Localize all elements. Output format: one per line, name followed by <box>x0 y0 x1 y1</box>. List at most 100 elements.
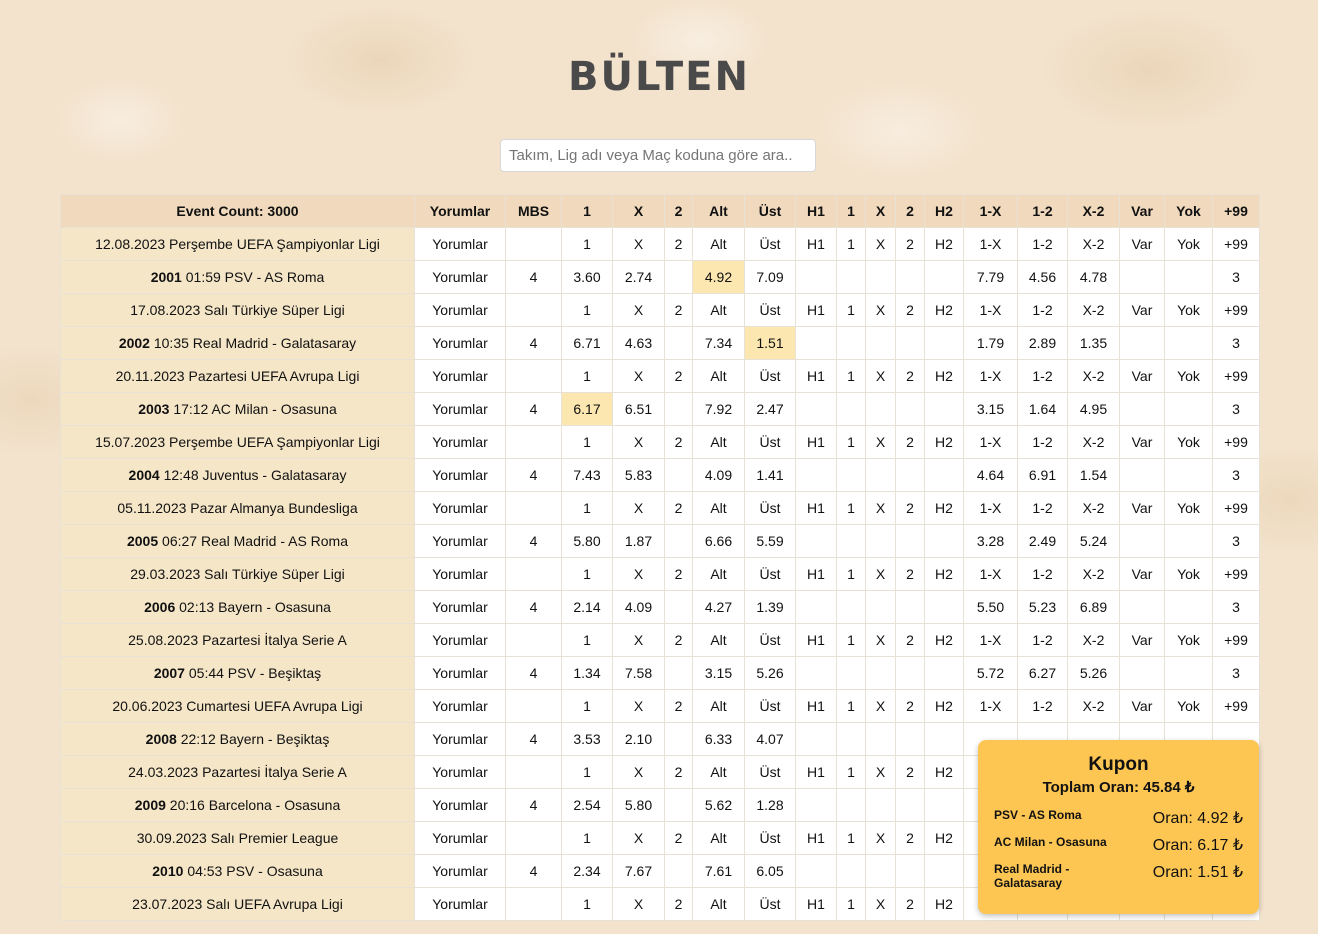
comments-link[interactable]: Yorumlar <box>414 722 506 756</box>
odd-cell[interactable]: 3 <box>1212 392 1260 426</box>
odd-cell[interactable]: 3.60 <box>561 260 613 294</box>
comments-link[interactable]: Yorumlar <box>414 491 506 525</box>
odd-cell[interactable]: 3 <box>1212 458 1260 492</box>
odd-cell[interactable]: 5.23 <box>1017 590 1068 624</box>
odd-cell[interactable]: 3 <box>1212 524 1260 558</box>
odd-cell[interactable]: 7.92 <box>692 392 745 426</box>
odd-cell[interactable]: 3.28 <box>963 524 1018 558</box>
odd-cell[interactable]: 7.61 <box>692 854 745 888</box>
odd-cell[interactable]: 2.49 <box>1017 524 1068 558</box>
comments-link[interactable]: Yorumlar <box>414 821 506 855</box>
odd-cell[interactable]: 2.14 <box>561 590 613 624</box>
odd-cell[interactable]: 1.34 <box>561 656 613 690</box>
comments-link[interactable]: Yorumlar <box>414 788 506 822</box>
table-cell: Yok <box>1164 623 1213 657</box>
odd-cell[interactable]: 1.51 <box>744 326 796 360</box>
table-cell <box>865 458 896 492</box>
search-input[interactable] <box>500 139 816 172</box>
odd-cell[interactable]: 4.09 <box>612 590 665 624</box>
odd-cell[interactable]: 1.28 <box>744 788 796 822</box>
table-cell: +99 <box>1212 227 1260 261</box>
odd-cell[interactable]: 6.71 <box>561 326 613 360</box>
comments-link[interactable]: Yorumlar <box>414 260 506 294</box>
comments-link[interactable]: Yorumlar <box>414 656 506 690</box>
odd-cell[interactable]: 6.66 <box>692 524 745 558</box>
odd-cell[interactable]: 7.09 <box>744 260 796 294</box>
comments-link[interactable]: Yorumlar <box>414 425 506 459</box>
odd-cell[interactable]: 4.92 <box>692 260 745 294</box>
odd-cell[interactable]: 3.15 <box>692 656 745 690</box>
odd-cell[interactable]: 5.26 <box>1067 656 1120 690</box>
comments-link[interactable]: Yorumlar <box>414 293 506 327</box>
odd-cell[interactable]: 3.53 <box>561 722 613 756</box>
odd-cell[interactable]: 1.87 <box>612 524 665 558</box>
odd-cell[interactable]: 1.39 <box>744 590 796 624</box>
odd-cell[interactable]: 2.74 <box>612 260 665 294</box>
odd-cell[interactable]: 5.24 <box>1067 524 1120 558</box>
comments-link[interactable]: Yorumlar <box>414 590 506 624</box>
odd-cell[interactable]: 3 <box>1212 656 1260 690</box>
table-cell <box>895 590 925 624</box>
odd-cell[interactable]: 7.79 <box>963 260 1018 294</box>
comments-link[interactable]: Yorumlar <box>414 557 506 591</box>
odd-cell[interactable]: 2.89 <box>1017 326 1068 360</box>
odd-cell[interactable]: 1.35 <box>1067 326 1120 360</box>
odd-cell[interactable]: 1.79 <box>963 326 1018 360</box>
comments-link[interactable]: Yorumlar <box>414 326 506 360</box>
odd-cell[interactable]: 4.27 <box>692 590 745 624</box>
table-cell: Üst <box>744 821 796 855</box>
comments-link[interactable]: Yorumlar <box>414 227 506 261</box>
odd-cell[interactable]: 2.34 <box>561 854 613 888</box>
odd-cell[interactable]: 2.10 <box>612 722 665 756</box>
comments-link[interactable]: Yorumlar <box>414 458 506 492</box>
odd-cell[interactable]: 4.95 <box>1067 392 1120 426</box>
table-cell <box>1164 260 1213 294</box>
odd-cell[interactable]: 3 <box>1212 260 1260 294</box>
odd-cell[interactable]: 5.80 <box>612 788 665 822</box>
odd-cell[interactable]: 3.15 <box>963 392 1018 426</box>
odd-cell[interactable]: 4.78 <box>1067 260 1120 294</box>
table-cell: 2 <box>895 425 925 459</box>
odd-cell[interactable]: 4.63 <box>612 326 665 360</box>
odd-cell[interactable]: 6.05 <box>744 854 796 888</box>
comments-link[interactable]: Yorumlar <box>414 689 506 723</box>
comments-link[interactable]: Yorumlar <box>414 392 506 426</box>
odd-cell[interactable]: 5.83 <box>612 458 665 492</box>
odd-cell[interactable]: 5.50 <box>963 590 1018 624</box>
odd-cell[interactable]: 5.72 <box>963 656 1018 690</box>
comments-link[interactable]: Yorumlar <box>414 524 506 558</box>
odd-cell[interactable]: 7.67 <box>612 854 665 888</box>
odd-cell[interactable]: 1.64 <box>1017 392 1068 426</box>
odd-cell[interactable]: 2.47 <box>744 392 796 426</box>
odd-cell[interactable]: 6.17 <box>561 392 613 426</box>
odd-cell[interactable]: 1.41 <box>744 458 796 492</box>
odd-cell[interactable]: 2.54 <box>561 788 613 822</box>
odd-cell[interactable]: 3 <box>1212 326 1260 360</box>
odd-cell[interactable]: 4.64 <box>963 458 1018 492</box>
odd-cell[interactable]: 4.07 <box>744 722 796 756</box>
odd-cell[interactable]: 6.33 <box>692 722 745 756</box>
odd-cell[interactable]: 1.54 <box>1067 458 1120 492</box>
odd-cell[interactable]: 3 <box>1212 590 1260 624</box>
odd-cell[interactable]: 5.26 <box>744 656 796 690</box>
odd-cell[interactable]: 6.91 <box>1017 458 1068 492</box>
comments-link[interactable]: Yorumlar <box>414 359 506 393</box>
coupon-total-odds: Toplam Oran: 45.84 ₺ <box>1042 779 1195 796</box>
odd-cell[interactable]: 4.56 <box>1017 260 1068 294</box>
comments-link[interactable]: Yorumlar <box>414 854 506 888</box>
comments-link[interactable]: Yorumlar <box>414 755 506 789</box>
comments-link[interactable]: Yorumlar <box>414 623 506 657</box>
odd-cell[interactable]: 6.51 <box>612 392 665 426</box>
odd-cell[interactable]: 6.89 <box>1067 590 1120 624</box>
odd-cell[interactable]: 4.09 <box>692 458 745 492</box>
coupon-item: Real Madrid - Galatasaray Oran: 1.51 ₺ <box>994 862 1243 890</box>
odd-cell[interactable]: 7.43 <box>561 458 613 492</box>
table-cell <box>836 524 866 558</box>
odd-cell[interactable]: 5.59 <box>744 524 796 558</box>
odd-cell[interactable]: 6.27 <box>1017 656 1068 690</box>
odd-cell[interactable]: 5.62 <box>692 788 745 822</box>
comments-link[interactable]: Yorumlar <box>414 887 506 921</box>
odd-cell[interactable]: 7.34 <box>692 326 745 360</box>
odd-cell[interactable]: 7.58 <box>612 656 665 690</box>
odd-cell[interactable]: 5.80 <box>561 524 613 558</box>
